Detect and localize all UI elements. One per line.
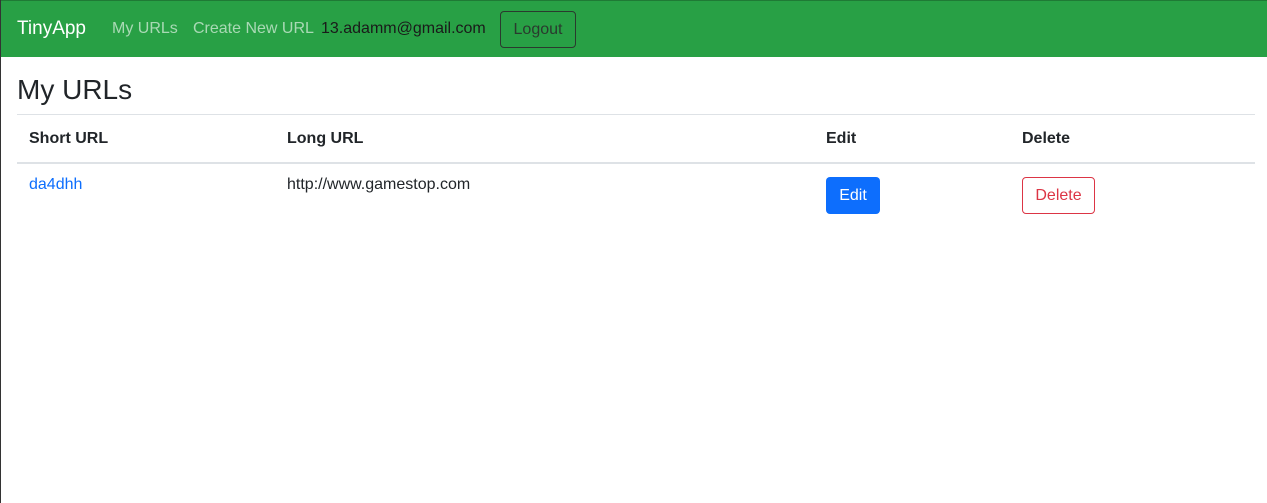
edit-button[interactable]: Edit: [826, 177, 880, 214]
logout-button[interactable]: Logout: [500, 11, 576, 48]
table-row: da4dhh http://www.gamestop.com Edit Dele…: [17, 163, 1255, 215]
cell-short-url: da4dhh: [17, 163, 275, 215]
cell-delete: Delete: [1010, 163, 1255, 215]
navbar: TinyApp My URLs Create New URL 13.adamm@…: [1, 0, 1267, 57]
table-header-row: Short URL Long URL Edit Delete: [17, 115, 1255, 164]
header-short-url: Short URL: [17, 115, 275, 164]
delete-button[interactable]: Delete: [1022, 177, 1095, 214]
cell-long-url: http://www.gamestop.com: [287, 176, 471, 193]
cell-edit: Edit: [814, 163, 1010, 215]
user-email: 13.adamm@gmail.com: [321, 20, 486, 37]
short-url-link[interactable]: da4dhh: [29, 176, 82, 193]
brand-link[interactable]: TinyApp: [17, 17, 86, 41]
nav-create-url-link[interactable]: Create New URL: [193, 19, 314, 39]
urls-table: Short URL Long URL Edit Delete da4dhh ht…: [17, 114, 1255, 215]
header-delete: Delete: [1010, 115, 1255, 164]
header-long-url: Long URL: [275, 115, 814, 164]
page-title: My URLs: [17, 74, 133, 105]
header-edit: Edit: [814, 115, 1010, 164]
nav-my-urls-link[interactable]: My URLs: [112, 19, 178, 39]
